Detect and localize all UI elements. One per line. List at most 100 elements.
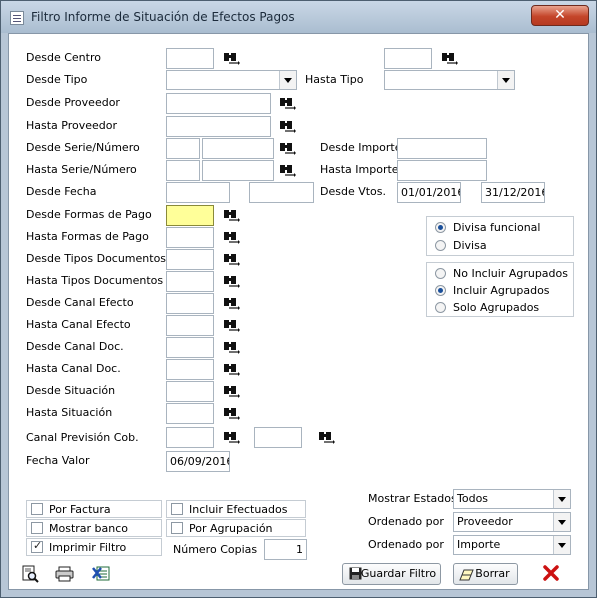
binoculars-icon[interactable] xyxy=(223,253,240,266)
divisa-funcional-radio[interactable] xyxy=(435,222,446,233)
desde-tipo-label: Desde Tipo xyxy=(26,73,88,86)
canal-prevision-hasta-input[interactable] xyxy=(254,427,302,448)
desde-canal-doc-input[interactable] xyxy=(166,337,214,358)
no-incluir-agrupados-radio[interactable] xyxy=(435,268,446,279)
desde-tipo-select[interactable] xyxy=(166,70,297,90)
dialog-window: Filtro Informe de Situación de Efectos P… xyxy=(0,0,597,598)
hasta-importe-label: Hasta Importe xyxy=(320,163,399,176)
incluir-agrupados-radio[interactable] xyxy=(435,285,446,296)
hasta-proveedor-input[interactable] xyxy=(166,116,271,137)
desde-centro-input[interactable] xyxy=(166,48,214,69)
desde-canal-efecto-input[interactable] xyxy=(166,293,214,314)
close-button[interactable]: ✕ xyxy=(531,5,589,26)
binoculars-icon[interactable] xyxy=(223,231,240,244)
chevron-down-icon[interactable] xyxy=(497,71,514,89)
por-factura-checkbox[interactable] xyxy=(31,503,43,515)
borrar-button[interactable]: Borrar xyxy=(453,563,518,585)
binoculars-icon[interactable] xyxy=(279,97,296,110)
binoculars-icon[interactable] xyxy=(223,297,240,310)
print-preview-icon[interactable] xyxy=(21,565,39,586)
desde-canal-doc-label: Desde Canal Doc. xyxy=(26,340,124,353)
chevron-down-icon[interactable] xyxy=(279,71,296,89)
hasta-centro-input[interactable] xyxy=(384,48,432,69)
desde-numero-input[interactable] xyxy=(202,138,274,159)
mostrar-banco-checkbox[interactable] xyxy=(31,522,43,534)
floppy-disk-icon xyxy=(349,567,362,587)
binoculars-icon[interactable] xyxy=(279,120,296,133)
title-bar[interactable]: Filtro Informe de Situación de Efectos P… xyxy=(1,1,596,33)
filter-form: Desde Centro Desde Tipo Hasta Tipo Desde… xyxy=(8,33,589,590)
chevron-down-icon[interactable] xyxy=(553,490,570,508)
por-agrupacion-cell[interactable]: Por Agrupación xyxy=(166,519,306,537)
excel-icon[interactable] xyxy=(92,565,110,585)
incluir-efectuados-label: Incluir Efectuados xyxy=(189,503,288,516)
canal-prevision-desde-input[interactable] xyxy=(166,427,214,448)
binoculars-icon[interactable] xyxy=(223,209,240,222)
ordenado-por-1-value: Proveedor xyxy=(457,515,513,528)
divisa-radio[interactable] xyxy=(435,240,446,251)
hasta-numero-input[interactable] xyxy=(202,160,274,181)
desde-canal-efecto-label: Desde Canal Efecto xyxy=(26,296,134,309)
desde-fecha-input[interactable] xyxy=(166,182,230,203)
mostrar-banco-cell[interactable]: Mostrar banco xyxy=(26,519,162,537)
incluir-efectuados-cell[interactable]: Incluir Efectuados xyxy=(166,500,306,518)
por-agrupacion-checkbox[interactable] xyxy=(171,522,183,534)
ordenado-por-2-select[interactable]: Importe xyxy=(453,535,571,555)
binoculars-icon[interactable] xyxy=(223,407,240,420)
eraser-icon xyxy=(459,568,474,588)
hasta-proveedor-label: Hasta Proveedor xyxy=(26,119,118,132)
binoculars-icon[interactable] xyxy=(441,52,458,65)
desde-tipos-doc-input[interactable] xyxy=(166,249,214,270)
hasta-serie-input[interactable] xyxy=(166,160,200,181)
desde-proveedor-label: Desde Proveedor xyxy=(26,96,120,109)
binoculars-icon[interactable] xyxy=(223,52,240,65)
desde-formas-input[interactable] xyxy=(166,205,214,226)
hasta-tipos-doc-label: Hasta Tipos Documentos xyxy=(26,274,164,287)
guardar-filtro-button[interactable]: Guardar Filtro xyxy=(342,563,441,585)
hasta-fecha-input[interactable] xyxy=(249,182,314,203)
incluir-agrupados-label: Incluir Agrupados xyxy=(453,284,550,297)
desde-importe-input[interactable] xyxy=(397,138,487,159)
fecha-valor-input[interactable]: 06/09/2016 xyxy=(166,451,230,472)
solo-agrupados-radio[interactable] xyxy=(435,302,446,313)
binoculars-icon[interactable] xyxy=(223,319,240,332)
hasta-canal-efecto-label: Hasta Canal Efecto xyxy=(26,318,131,331)
imprimir-filtro-cell[interactable]: Imprimir Filtro xyxy=(26,538,162,556)
cancel-x-icon[interactable] xyxy=(543,565,559,584)
binoculars-icon[interactable] xyxy=(318,431,335,444)
binoculars-icon[interactable] xyxy=(223,363,240,376)
binoculars-icon[interactable] xyxy=(223,275,240,288)
hasta-formas-input[interactable] xyxy=(166,227,214,248)
hasta-tipos-doc-input[interactable] xyxy=(166,271,214,292)
solo-agrupados-label: Solo Agrupados xyxy=(453,301,540,314)
desde-serie-input[interactable] xyxy=(166,138,200,159)
numero-copias-input[interactable]: 1 xyxy=(264,539,307,560)
incluir-efectuados-checkbox[interactable] xyxy=(171,503,183,515)
desde-proveedor-input[interactable] xyxy=(166,93,271,114)
por-factura-cell[interactable]: Por Factura xyxy=(26,500,162,518)
imprimir-filtro-checkbox[interactable] xyxy=(31,539,43,553)
binoculars-icon[interactable] xyxy=(223,341,240,354)
printer-icon[interactable] xyxy=(55,566,74,585)
binoculars-icon[interactable] xyxy=(279,142,296,155)
desde-situacion-input[interactable] xyxy=(166,381,214,402)
hasta-tipo-select[interactable] xyxy=(384,70,515,90)
chevron-down-icon[interactable] xyxy=(553,513,570,531)
hasta-canal-efecto-input[interactable] xyxy=(166,315,214,336)
hasta-situacion-input[interactable] xyxy=(166,403,214,424)
binoculars-icon[interactable] xyxy=(223,431,240,444)
binoculars-icon[interactable] xyxy=(279,164,296,177)
binoculars-icon[interactable] xyxy=(223,385,240,398)
mostrar-estados-select[interactable]: Todos xyxy=(453,489,571,509)
hasta-canal-doc-input[interactable] xyxy=(166,359,214,380)
ordenado-por-1-select[interactable]: Proveedor xyxy=(453,512,571,532)
hasta-situacion-label: Hasta Situación xyxy=(26,406,113,419)
desde-fecha-label: Desde Fecha xyxy=(26,185,97,198)
no-incluir-agrupados-label: No Incluir Agrupados xyxy=(453,267,568,280)
chevron-down-icon[interactable] xyxy=(553,536,570,554)
hasta-importe-input[interactable] xyxy=(397,160,487,181)
hasta-tipo-label: Hasta Tipo xyxy=(305,73,364,86)
canal-prevision-label: Canal Previsión Cob. xyxy=(26,431,139,444)
vtos-hasta-input[interactable]: 31/12/2016 xyxy=(481,182,545,203)
vtos-desde-input[interactable]: 01/01/2016 xyxy=(397,182,461,203)
